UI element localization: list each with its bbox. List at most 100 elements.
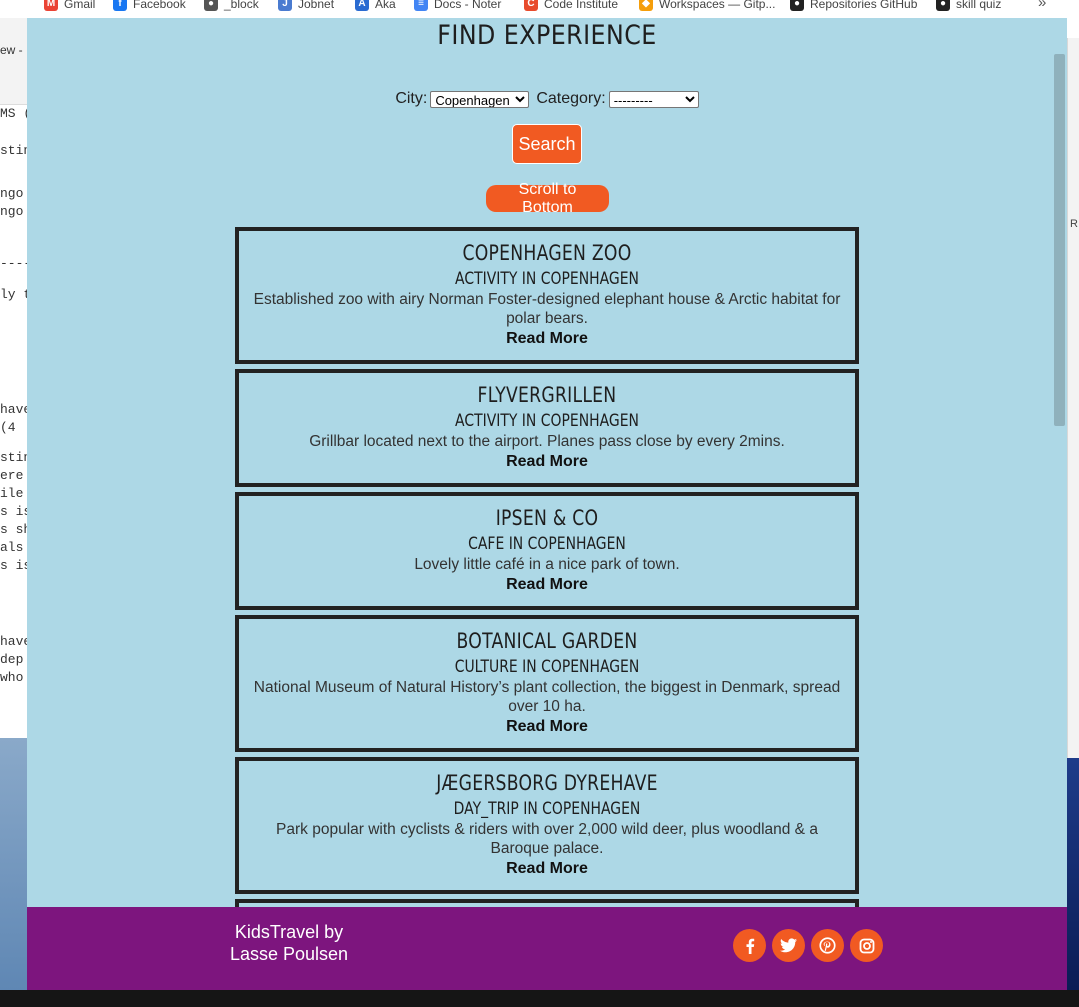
background-code-line: MS ( [0,106,27,121]
bookmark-label: skill quiz [956,0,1002,11]
facebook-icon: f [113,0,127,11]
twitter-icon [780,938,797,953]
instagram-icon [859,938,874,953]
background-code-line: who [0,670,24,685]
footer-brand-line1: KidsTravel by [234,922,344,942]
bookmark-item[interactable]: ● Repositories GitHub [790,0,917,13]
read-more-link[interactable]: Read More [239,574,855,595]
experience-description: National Museum of Natural History’s pla… [253,679,841,715]
background-code-line: (4 [0,420,16,435]
bookmark-label: Jobnet [298,0,335,11]
footer: KidsTravel by Lasse Poulsen [27,907,1067,990]
background-code-line: ngo [0,204,24,219]
bookmark-item[interactable]: ◆ Workspaces — Gitp... [639,0,775,13]
experience-description: Park popular with cyclists & riders with… [276,821,818,857]
code-institute-icon: C [524,0,538,11]
experience-card: FLYVERGRILLEN ACTIVITY IN COPENHAGEN Gri… [235,369,859,487]
background-code-line: s is [0,504,27,519]
bookmark-label: Facebook [133,0,186,11]
bookmark-item[interactable]: f Facebook [113,0,186,13]
scroll-to-bottom-button[interactable]: Scroll to Bottom [486,181,609,216]
twitter-link[interactable] [772,929,805,962]
pinterest-icon [819,937,836,954]
background-code-line: have [0,634,27,649]
bookmark-label: Repositories GitHub [810,0,918,11]
jobnet-icon: J [278,0,292,11]
experience-card: JÆGERSBORG DYREHAVE DAY_TRIP IN COPENHAG… [235,757,859,894]
background-code-line: ---- [0,256,27,271]
read-more-link[interactable]: Read More [239,716,855,737]
background-tab-row: ew - [0,18,27,105]
background-code-line: s is [0,558,27,573]
bookmark-label: Code Institute [544,0,619,11]
desktop-wallpaper-left [0,738,27,990]
background-code-line: dep [0,652,24,667]
facebook-icon [746,938,754,954]
footer-brand-line2: Lasse Poulsen [229,944,349,964]
background-code-line: ly t [0,287,27,302]
experience-card: IPSEN & CO CAFE IN COPENHAGEN Lovely lit… [235,492,859,610]
bookmark-label: Docs - Noter [434,0,502,11]
browser-viewport: FIND EXPERIENCE City: Copenhagen Categor… [27,18,1067,990]
search-button[interactable]: Search [512,124,582,164]
bookmarks-more-button[interactable]: » [1038,0,1046,11]
pinterest-link[interactable] [811,929,844,962]
facebook-link[interactable] [733,929,766,962]
experience-subtitle: ACTIVITY IN COPENHAGEN [455,269,639,289]
bookmark-item[interactable]: ● skill quiz [936,0,1001,13]
background-editor-left: ew - MS ( stin ngo ngo ---- ly t have (4 stin er… [0,18,28,738]
bookmark-item[interactable]: A Aka [355,0,396,13]
background-code-line: als [0,540,24,555]
instagram-link[interactable] [850,929,883,962]
experience-subtitle: CAFE IN COPENHAGEN [468,534,626,554]
background-code-line: ere [0,468,24,483]
gitpod-icon: ◆ [639,0,653,11]
city-select[interactable]: Copenhagen [430,90,530,108]
page-title: FIND EXPERIENCE [437,20,657,51]
bookmark-item[interactable]: C Code Institute [524,0,618,13]
experience-title: BOTANICAL GARDEN [456,629,638,653]
experience-description: Established zoo with airy Norman Foster-… [253,291,841,327]
background-right-mark: R [1070,218,1078,230]
experience-subtitle: ACTIVITY IN COPENHAGEN [455,411,639,431]
bookmarks-bar: » M Gmail f Facebook ● _block J Jobnet A Aka ≡ Docs… [0,0,1079,18]
read-more-link[interactable]: Read More [239,328,855,349]
experience-description: Grillbar located next to the airport. Pl… [309,433,785,450]
background-code-line: ile [0,486,24,501]
background-code-line: have [0,402,27,417]
background-code-line: stin [0,143,27,158]
bookmark-item[interactable]: ● _block [204,0,259,13]
bookmark-label: Gmail [64,0,96,11]
bookmark-item[interactable]: ≡ Docs - Noter [414,0,501,13]
github-icon: ● [790,0,804,11]
category-label: Category: [536,90,606,107]
gmail-icon: M [44,0,58,11]
read-more-link[interactable]: Read More [239,451,855,472]
github-icon: ● [936,0,950,11]
footer-brand: KidsTravel by Lasse Poulsen [224,921,354,965]
globe-icon: ● [204,0,218,11]
experience-card: BOTANICAL GARDEN CULTURE IN COPENHAGEN N… [235,615,859,752]
experience-title: FLYVERGRILLEN [477,383,617,407]
docs-icon: ≡ [414,0,428,11]
bookmark-label: Workspaces — Gitp... [659,0,776,11]
bookmark-label: Aka [375,0,396,11]
background-window-right: R [1067,38,1079,758]
aka-icon: A [355,0,369,11]
search-form: City: Copenhagen Category: --------- [27,90,1067,108]
experience-subtitle: DAY_TRIP IN COPENHAGEN [453,799,641,819]
background-code-line: s sh [0,522,27,537]
background-code-line: ngo [0,186,24,201]
bookmark-item[interactable]: J Jobnet [278,0,334,13]
read-more-link[interactable]: Read More [239,858,855,879]
bookmark-item[interactable]: M Gmail [44,0,95,13]
experience-description: Lovely little café in a nice park of tow… [414,556,680,573]
category-select[interactable]: --------- [608,90,699,108]
scrollbar-thumb[interactable] [1054,54,1065,426]
experience-card: COPENHAGEN ZOO ACTIVITY IN COPENHAGEN Es… [235,227,859,364]
taskbar [0,990,1079,1007]
bookmark-label: _block [224,0,259,11]
experience-title: COPENHAGEN ZOO [462,241,632,265]
desktop-wallpaper-right [1067,758,1079,990]
background-code-line: stin [0,450,27,465]
